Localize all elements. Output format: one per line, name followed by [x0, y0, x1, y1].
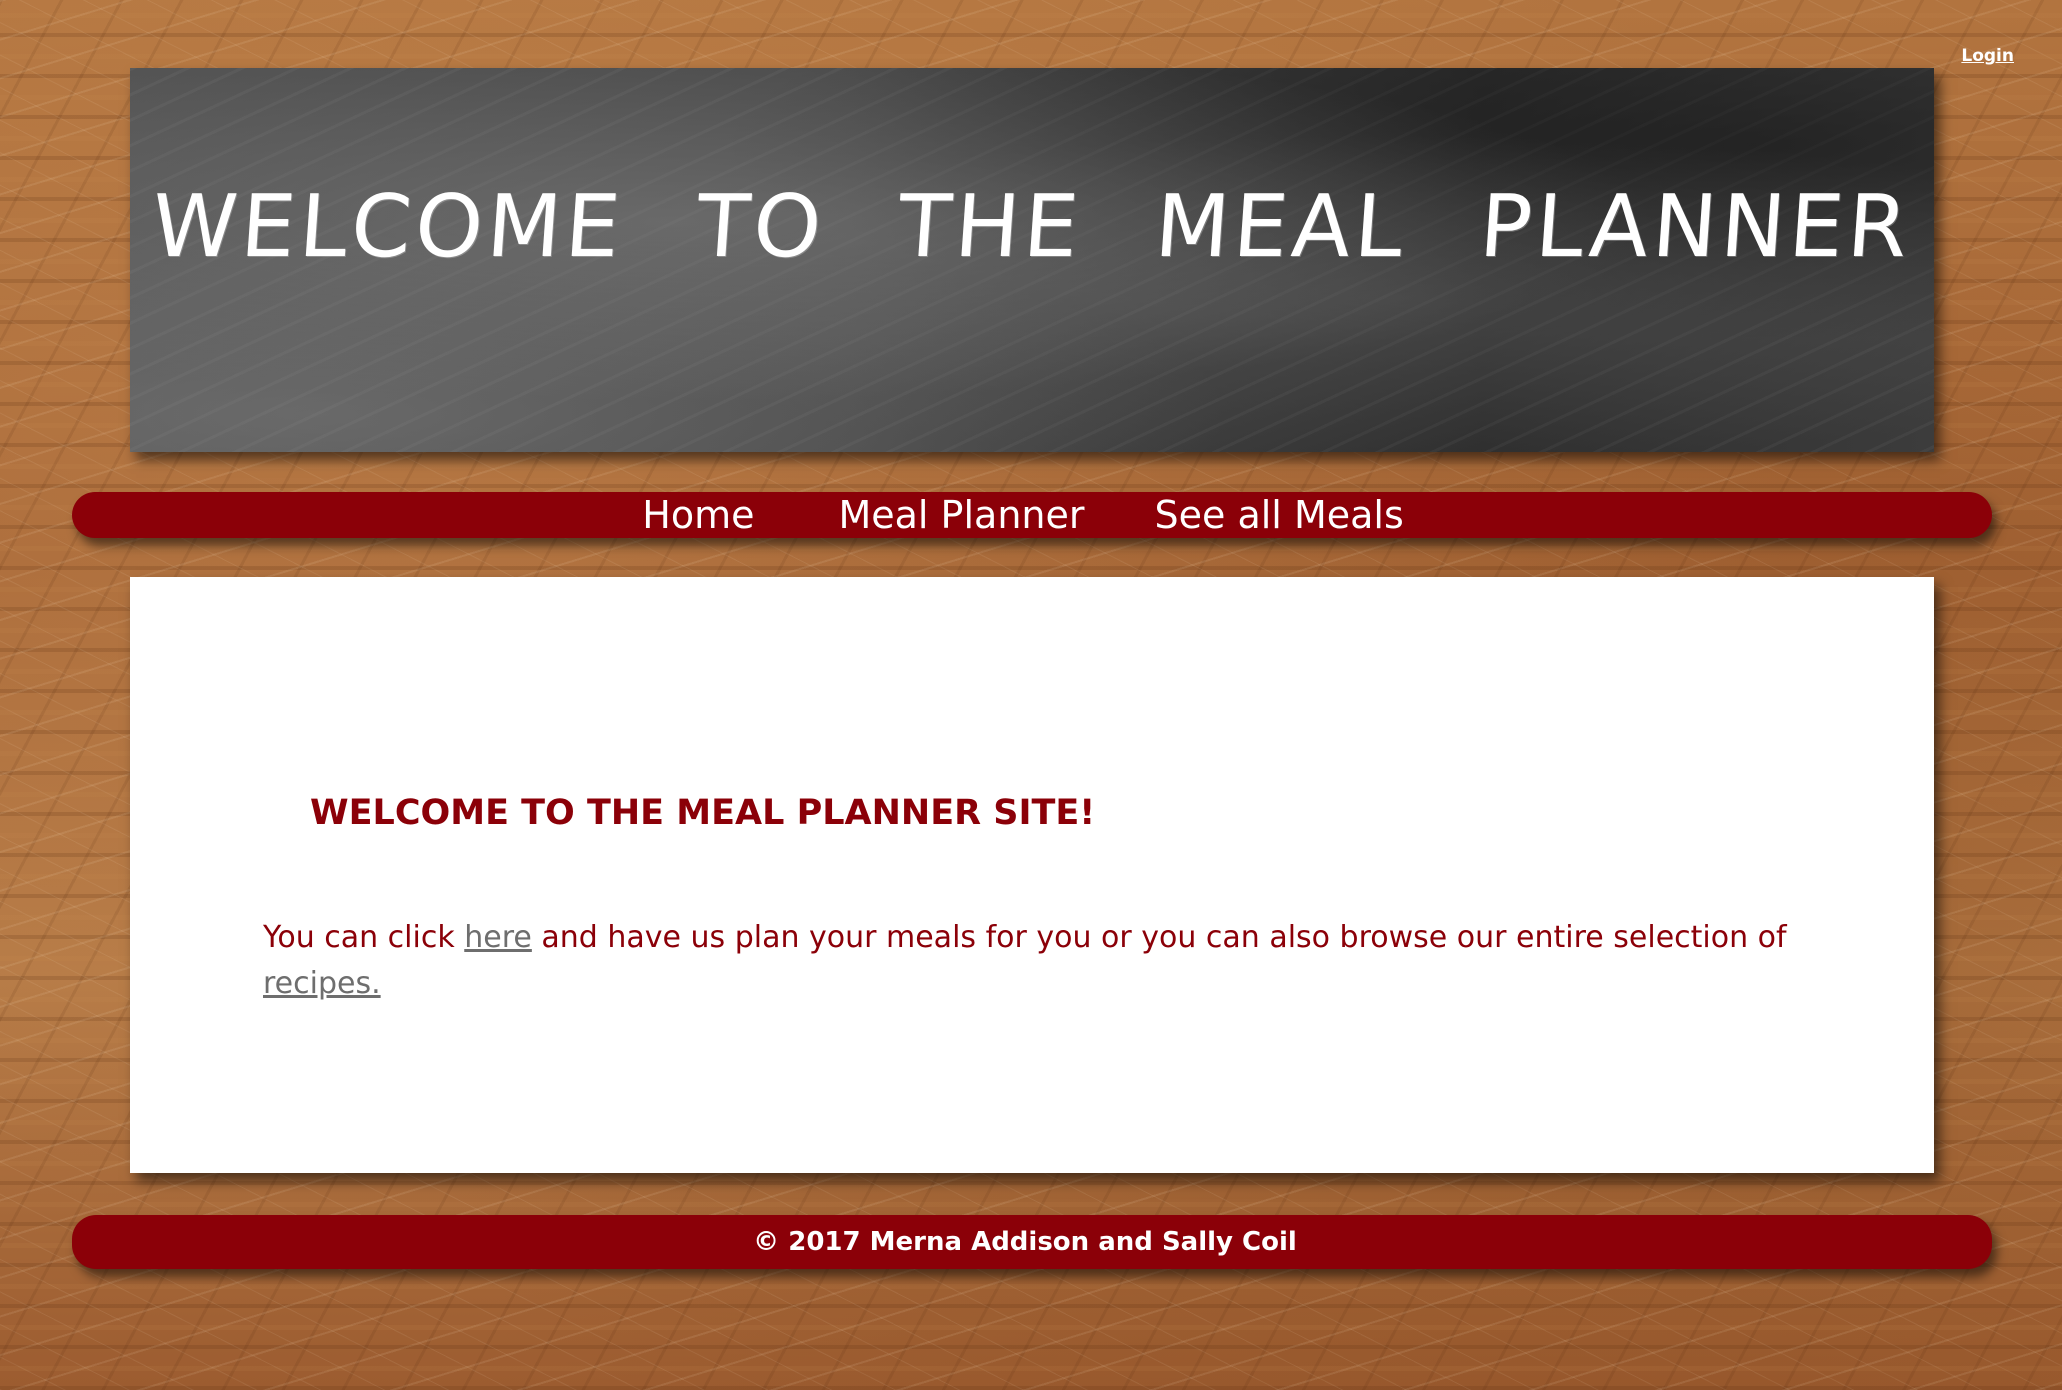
login-link[interactable]: Login: [1961, 46, 2014, 66]
recipes-link[interactable]: recipes.: [263, 966, 381, 1001]
nav-item-home[interactable]: Home: [642, 492, 754, 538]
banner-title: WELCOME TO THE MEAL PLANNER: [148, 177, 1916, 278]
main-nav: Home Meal Planner See all Meals: [72, 492, 1992, 538]
here-link[interactable]: here: [464, 920, 532, 955]
nav-item-see-all-meals[interactable]: See all Meals: [1155, 492, 1404, 538]
copyright-text: © 2017 Merna Addison and Sally Coil: [753, 1227, 1297, 1257]
intro-text-prefix: You can click: [263, 920, 465, 955]
intro-text-middle: and have us plan your meals for you or y…: [531, 920, 1787, 955]
intro-paragraph: You can click here and have us plan your…: [263, 915, 1823, 1007]
content-panel: WELCOME TO THE MEAL PLANNER SITE! You ca…: [130, 577, 1934, 1173]
welcome-heading: WELCOME TO THE MEAL PLANNER SITE!: [310, 793, 1096, 833]
header-banner: WELCOME TO THE MEAL PLANNER: [130, 68, 1934, 452]
nav-items: Home Meal Planner See all Meals: [642, 492, 1404, 538]
footer-bar: © 2017 Merna Addison and Sally Coil: [72, 1215, 1992, 1269]
nav-item-meal-planner[interactable]: Meal Planner: [838, 492, 1084, 538]
